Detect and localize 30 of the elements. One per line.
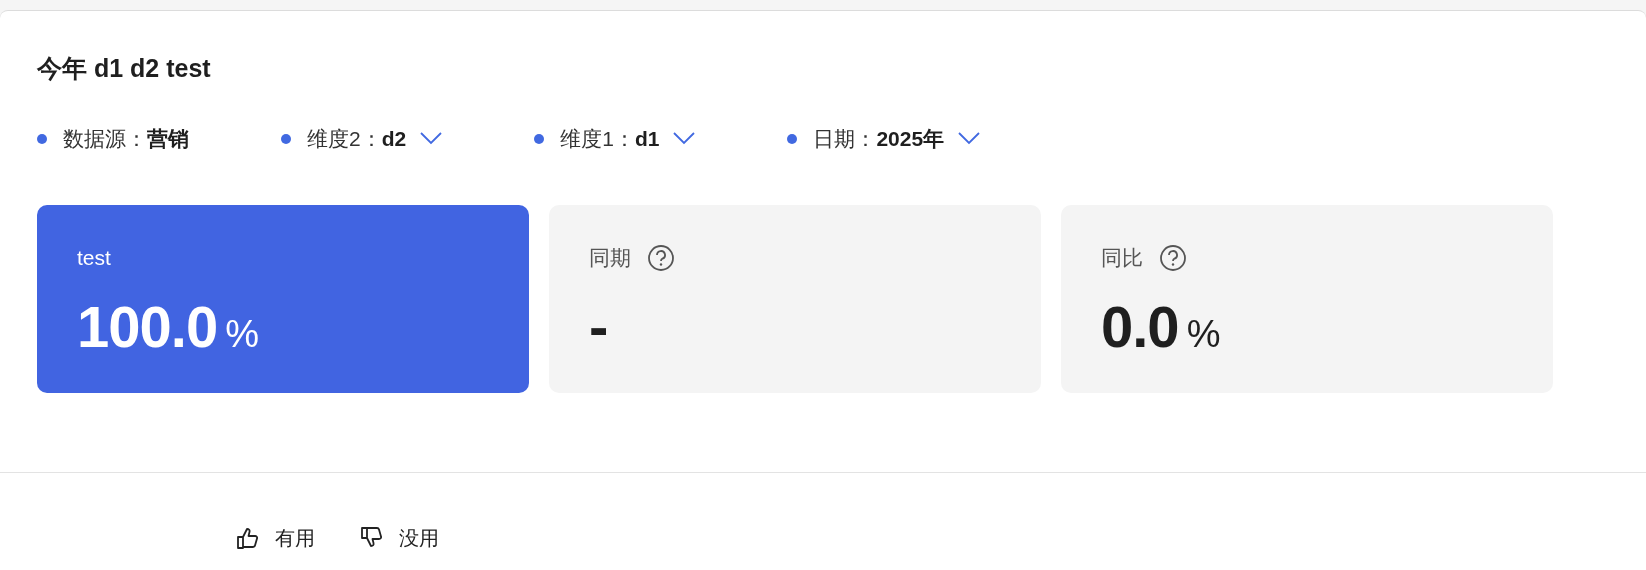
chevron-down-icon[interactable] — [420, 132, 443, 146]
useful-button[interactable]: 有用 — [237, 523, 315, 553]
metric-value: - — [589, 294, 608, 359]
bullet-icon — [534, 133, 545, 144]
metric-label: test — [77, 244, 111, 271]
bullet-icon — [787, 133, 798, 144]
chevron-down-icon[interactable] — [958, 132, 981, 146]
filter-label: 维度1： — [560, 126, 635, 152]
metric-value: 100.0 — [77, 294, 218, 359]
filter-label: 数据源： — [63, 126, 147, 152]
filter-label: 维度2： — [307, 126, 382, 152]
chevron-down-icon[interactable] — [673, 132, 696, 146]
metric-value: 0.0 — [1101, 294, 1179, 359]
not-useful-button[interactable]: 没用 — [361, 523, 439, 553]
card-title: 今年 d1 d2 test — [37, 53, 212, 84]
filter-value[interactable]: 2025年 — [876, 123, 945, 155]
bullet-icon — [281, 133, 291, 144]
help-icon[interactable] — [647, 243, 675, 272]
filter-value: 营销 — [147, 126, 189, 152]
unit-label: % — [225, 311, 259, 357]
filter-label: 日期： — [813, 126, 877, 152]
filter-value[interactable]: d2 — [381, 123, 407, 155]
bullet-icon — [37, 133, 47, 144]
help-icon[interactable] — [1159, 243, 1187, 272]
metric-label: 同比 — [1101, 244, 1143, 271]
unit-label: % — [1186, 311, 1221, 357]
thumbs-up-icon — [237, 527, 259, 549]
metric-label: 同期 — [589, 244, 631, 271]
filter-value[interactable]: d1 — [634, 123, 660, 155]
thumbs-down-icon — [361, 527, 383, 549]
